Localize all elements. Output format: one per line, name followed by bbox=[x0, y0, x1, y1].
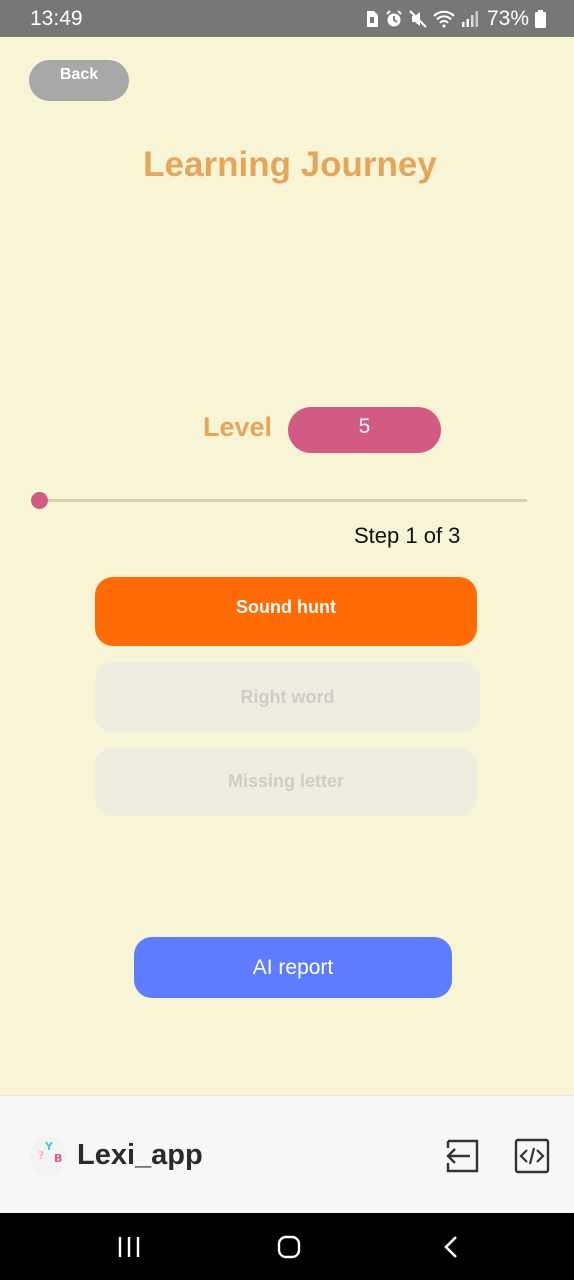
recent-apps-icon[interactable] bbox=[114, 1233, 144, 1261]
back-nav-icon[interactable] bbox=[436, 1233, 466, 1261]
progress-track bbox=[39, 499, 527, 502]
alarm-icon bbox=[386, 10, 402, 27]
signal-icon bbox=[461, 11, 478, 27]
svg-text:Y: Y bbox=[44, 1140, 54, 1153]
battery-icon bbox=[535, 10, 546, 28]
status-bar: 13:49 73% bbox=[0, 0, 574, 37]
stage-sound-hunt-button[interactable]: Sound hunt bbox=[95, 577, 477, 646]
code-icon[interactable] bbox=[514, 1138, 550, 1174]
sim-icon bbox=[366, 11, 378, 27]
status-time: 13:49 bbox=[30, 7, 83, 30]
app-screen: Back Learning Journey Level 5 Step 1 of … bbox=[0, 37, 574, 1095]
stage-missing-letter-button: Missing letter bbox=[95, 747, 477, 816]
wifi-icon bbox=[433, 10, 455, 28]
svg-text:?: ? bbox=[38, 1149, 44, 1162]
back-button[interactable]: Back bbox=[29, 60, 129, 101]
exit-icon[interactable] bbox=[444, 1138, 480, 1174]
mute-icon bbox=[409, 10, 427, 28]
progress-thumb[interactable] bbox=[31, 492, 48, 509]
battery-percent: 73% bbox=[486, 7, 529, 30]
system-nav-bar bbox=[0, 1213, 574, 1280]
app-name: Lexi_app bbox=[77, 1139, 203, 1171]
ai-report-button[interactable]: AI report bbox=[134, 937, 452, 998]
app-logo: ? Y B bbox=[30, 1137, 66, 1175]
home-icon[interactable] bbox=[274, 1233, 304, 1261]
svg-text:B: B bbox=[54, 1152, 62, 1165]
stage-right-word-button: Right word bbox=[95, 662, 480, 733]
status-icons: 73% bbox=[365, 7, 546, 31]
level-badge: 5 bbox=[288, 407, 441, 453]
step-indicator: Step 1 of 3 bbox=[354, 523, 461, 548]
page-title: Learning Journey bbox=[143, 145, 437, 184]
level-label: Level bbox=[203, 412, 273, 442]
app-bottom-bar: ? Y B Lexi_app bbox=[0, 1095, 574, 1213]
